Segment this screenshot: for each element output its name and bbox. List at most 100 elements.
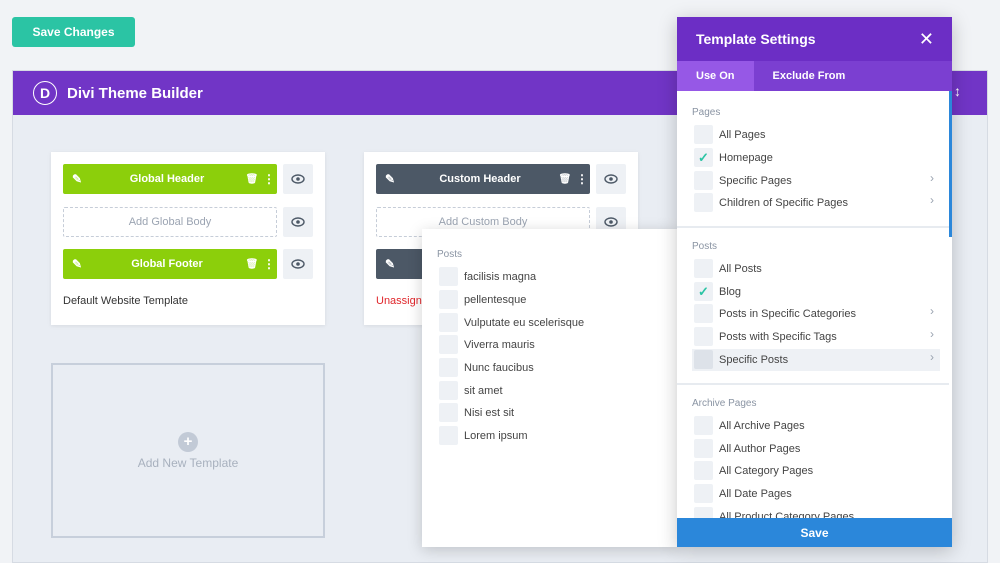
option-all-posts[interactable]: All Posts bbox=[694, 259, 762, 278]
checkbox[interactable] bbox=[694, 259, 713, 278]
specific-posts-flyout: Posts facilisis magna pellentesque Vulpu… bbox=[422, 229, 678, 547]
custom-header-button[interactable]: ✎ Custom Header 🗑 ⋮ bbox=[376, 164, 590, 194]
checkbox[interactable] bbox=[439, 267, 458, 286]
template-name: Default Website Template bbox=[63, 295, 188, 307]
option-label: Nisi est sit bbox=[464, 406, 515, 419]
option-all-category-pages[interactable]: All Category Pages bbox=[694, 461, 813, 480]
chevron-right-icon[interactable]: › bbox=[930, 193, 934, 207]
option-label: All Posts bbox=[719, 262, 762, 275]
eye-icon[interactable] bbox=[283, 249, 313, 279]
option-label: Lorem ipsum bbox=[464, 429, 528, 442]
add-new-template-label: Add New Template bbox=[137, 455, 239, 470]
checkbox[interactable] bbox=[694, 171, 713, 190]
custom-header-label: Custom Header bbox=[439, 173, 521, 185]
save-changes-button[interactable]: Save Changes bbox=[12, 17, 135, 47]
global-header-button[interactable]: ✎ Global Header 🗑 ⋮ bbox=[63, 164, 277, 194]
option-posts-in-specific-categories[interactable]: Posts in Specific Categories bbox=[694, 304, 856, 323]
pencil-icon[interactable]: ✎ bbox=[63, 257, 91, 271]
checkbox[interactable] bbox=[694, 439, 713, 458]
option-label: Nunc faucibus bbox=[464, 361, 534, 374]
more-options-icon[interactable]: ⋮ bbox=[261, 172, 277, 186]
trash-icon[interactable]: 🗑 bbox=[556, 174, 574, 185]
option-specific-posts[interactable]: Specific Posts bbox=[694, 350, 788, 369]
eye-icon[interactable] bbox=[596, 164, 626, 194]
checkbox[interactable] bbox=[439, 313, 458, 332]
section-heading-archive-pages: Archive Pages bbox=[692, 398, 757, 409]
option-posts-with-specific-tags[interactable]: Posts with Specific Tags bbox=[694, 327, 837, 346]
option-homepage[interactable]: ✓ Homepage bbox=[694, 148, 773, 167]
pencil-icon[interactable]: ✎ bbox=[63, 172, 91, 186]
list-item[interactable]: Nisi est sit bbox=[439, 403, 514, 422]
eye-icon[interactable] bbox=[283, 207, 313, 237]
checkbox[interactable] bbox=[694, 350, 713, 369]
checkbox[interactable] bbox=[694, 461, 713, 480]
more-options-icon[interactable]: ⋮ bbox=[261, 257, 277, 271]
checkbox[interactable] bbox=[439, 335, 458, 354]
section-heading-pages: Pages bbox=[692, 107, 721, 118]
option-children-of-specific-pages[interactable]: Children of Specific Pages bbox=[694, 193, 848, 212]
default-template-card: ✎ Global Header 🗑 ⋮ Add Global Body ✎ Gl… bbox=[51, 152, 325, 325]
option-label: All Pages bbox=[719, 128, 766, 141]
option-all-archive-pages[interactable]: All Archive Pages bbox=[694, 416, 805, 435]
checkbox[interactable] bbox=[694, 327, 713, 346]
checkbox[interactable] bbox=[694, 125, 713, 144]
option-all-date-pages[interactable]: All Date Pages bbox=[694, 484, 792, 503]
option-label: Viverra mauris bbox=[464, 338, 535, 351]
checkbox[interactable] bbox=[439, 426, 458, 445]
option-label: Specific Posts bbox=[719, 353, 789, 366]
tab-exclude-from[interactable]: Exclude From bbox=[754, 61, 865, 91]
option-label: Vulputate eu scelerisque bbox=[464, 316, 585, 329]
more-options-icon[interactable]: ⋮ bbox=[574, 172, 590, 186]
list-item[interactable]: facilisis magna bbox=[439, 267, 536, 286]
option-label: pellentesque bbox=[464, 293, 527, 306]
checkbox[interactable] bbox=[439, 403, 458, 422]
eye-icon[interactable] bbox=[283, 164, 313, 194]
tab-use-on[interactable]: Use On bbox=[677, 61, 754, 91]
global-footer-button[interactable]: ✎ Global Footer 🗑 ⋮ bbox=[63, 249, 277, 279]
option-label: Homepage bbox=[719, 151, 773, 164]
trash-icon[interactable]: 🗑 bbox=[243, 259, 261, 270]
option-all-pages[interactable]: All Pages bbox=[694, 125, 765, 144]
list-item[interactable]: sit amet bbox=[439, 381, 503, 400]
option-label: All Author Pages bbox=[719, 442, 801, 455]
checkbox[interactable] bbox=[439, 381, 458, 400]
list-item[interactable]: Lorem ipsum bbox=[439, 426, 528, 445]
template-name-unassigned: Unassigne bbox=[376, 295, 428, 307]
list-item[interactable]: Viverra mauris bbox=[439, 335, 535, 354]
modal-tabs: Use On Exclude From bbox=[677, 61, 952, 91]
close-icon[interactable]: ✕ bbox=[919, 29, 934, 50]
add-new-template-button[interactable]: + Add New Template bbox=[51, 363, 325, 538]
chevron-right-icon[interactable]: › bbox=[930, 171, 934, 185]
option-label: sit amet bbox=[464, 384, 503, 397]
list-item[interactable]: Nunc faucibus bbox=[439, 358, 534, 377]
modal-title: Template Settings bbox=[696, 31, 816, 47]
checkbox[interactable] bbox=[694, 193, 713, 212]
checkbox[interactable] bbox=[694, 416, 713, 435]
add-global-body-button[interactable]: Add Global Body bbox=[63, 207, 277, 237]
modal-save-button[interactable]: Save bbox=[677, 518, 952, 547]
modal-header: Template Settings ✕ bbox=[677, 17, 952, 61]
chevron-right-icon[interactable]: › bbox=[930, 304, 934, 318]
sort-icon[interactable]: ↕ bbox=[954, 83, 961, 99]
checkbox[interactable] bbox=[439, 358, 458, 377]
pencil-icon[interactable]: ✎ bbox=[376, 257, 404, 271]
option-label: facilisis magna bbox=[464, 270, 537, 283]
checkmark-icon[interactable]: ✓ bbox=[694, 148, 713, 167]
chevron-right-icon[interactable]: › bbox=[930, 327, 934, 341]
option-specific-pages[interactable]: Specific Pages bbox=[694, 171, 792, 190]
pencil-icon[interactable]: ✎ bbox=[376, 172, 404, 186]
option-label: All Archive Pages bbox=[719, 419, 805, 432]
trash-icon[interactable]: 🗑 bbox=[243, 174, 261, 185]
option-blog[interactable]: ✓ Blog bbox=[694, 282, 741, 301]
option-all-author-pages[interactable]: All Author Pages bbox=[694, 439, 800, 458]
checkbox[interactable] bbox=[694, 304, 713, 323]
chevron-right-icon[interactable]: › bbox=[930, 350, 934, 364]
list-item[interactable]: Vulputate eu scelerisque bbox=[439, 313, 584, 332]
option-label: All Category Pages bbox=[719, 464, 814, 477]
checkbox[interactable] bbox=[439, 290, 458, 309]
list-item[interactable]: pellentesque bbox=[439, 290, 526, 309]
checkmark-icon[interactable]: ✓ bbox=[694, 282, 713, 301]
builder-title: Divi Theme Builder bbox=[67, 84, 203, 102]
option-label: All Date Pages bbox=[719, 487, 792, 500]
checkbox[interactable] bbox=[694, 484, 713, 503]
